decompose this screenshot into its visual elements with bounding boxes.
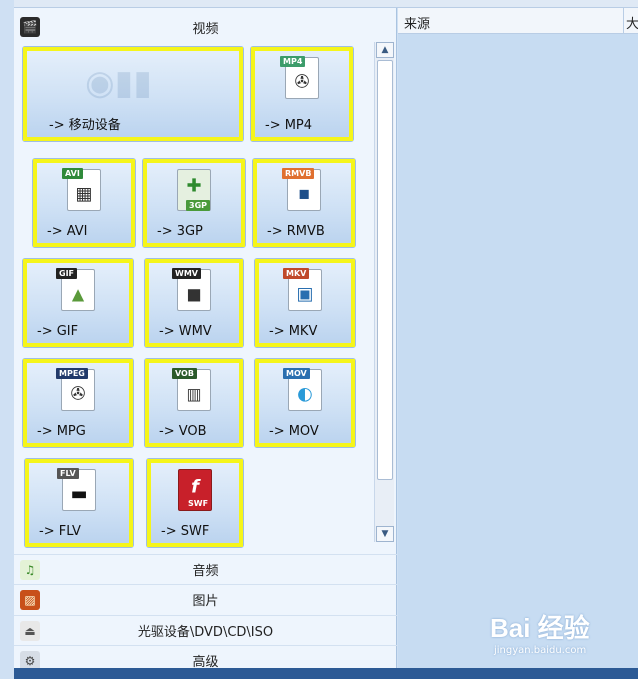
vertical-scrollbar[interactable]: ▲ ▼	[374, 42, 394, 542]
flv-label: -> FLV	[39, 524, 81, 539]
avi-file-icon: AVI ▦	[62, 168, 101, 211]
mobile-device-button[interactable]: ◉▮▮ -> 移动设备	[22, 46, 244, 142]
mov-button[interactable]: MOV ◐ -> MOV	[254, 358, 356, 448]
mobile-device-label: -> 移动设备	[49, 118, 121, 133]
category-rom-label: 光驱设备\DVD\CD\ISO	[137, 625, 274, 640]
avi-label: -> AVI	[47, 224, 88, 239]
vob-button[interactable]: VOB ▥ -> VOB	[144, 358, 244, 448]
3gp-label: -> 3GP	[157, 224, 203, 239]
play-film-icon: ✚	[186, 175, 202, 197]
video-format-grid: ◉▮▮ -> 移动设备 MP4 ✇ -> MP4 AVI ▦ -> AVI 3G…	[14, 42, 374, 548]
flv-button[interactable]: FLV ▬ -> FLV	[24, 458, 134, 548]
task-list-header: 来源 大	[398, 8, 638, 34]
rmvb-button[interactable]: RMVB ◼ -> RMVB	[252, 158, 356, 248]
gif-label: -> GIF	[37, 324, 79, 339]
mpg-file-icon: MPEG ✇	[56, 368, 95, 411]
wmv-file-icon: WMV ■	[172, 268, 211, 311]
film-icon: ▥	[186, 384, 202, 404]
mkv-label: -> MKV	[269, 324, 318, 339]
film-frame-icon: ▣	[296, 283, 314, 305]
rmvb-label: -> RMVB	[267, 224, 325, 239]
category-panel: 🎬 视频 ◉▮▮ -> 移动设备 MP4 ✇ -> MP4 AVI ▦ -> A…	[14, 8, 397, 671]
clapper-icon: 🎬	[20, 17, 40, 37]
quicktime-icon: ◐	[297, 383, 313, 405]
top-toolbar-strip	[14, 0, 638, 8]
column-size-header[interactable]: 大	[626, 8, 638, 34]
disc-drive-icon: ⏏	[20, 621, 40, 641]
category-video-label: 视频	[192, 21, 219, 37]
mov-file-icon: MOV ◐	[283, 368, 322, 411]
3gp-tag: 3GP	[186, 200, 210, 211]
mp4-file-icon: MP4 ✇	[280, 56, 319, 99]
rmvb-tag: RMVB	[282, 168, 315, 179]
camcorder-icon: ■	[186, 284, 202, 304]
column-source-header[interactable]: 来源	[398, 8, 624, 34]
mp4-button[interactable]: MP4 ✇ -> MP4	[250, 46, 354, 142]
wmv-label: -> WMV	[159, 324, 212, 339]
gif-file-icon: GIF ▲	[56, 268, 95, 311]
landscape-image-icon: ▲	[71, 284, 85, 304]
category-image[interactable]: ▨ 图片	[14, 584, 397, 614]
flash-icon: f	[191, 476, 199, 498]
category-video[interactable]: 🎬 视频	[14, 12, 397, 42]
vob-tag: VOB	[172, 368, 197, 379]
picture-icon: ▨	[20, 590, 40, 610]
watermark-url: jingyan.baidu.com	[494, 645, 587, 656]
wmv-button[interactable]: WMV ■ -> WMV	[144, 258, 244, 348]
mpg-label: -> MPG	[37, 424, 86, 439]
mobile-devices-icon: ◉▮▮	[85, 63, 153, 103]
flv-tag: FLV	[57, 468, 79, 479]
gif-tag: GIF	[56, 268, 78, 279]
clapperboard-icon: ▬	[70, 483, 88, 505]
avi-tag: AVI	[62, 168, 83, 179]
wmv-tag: WMV	[172, 268, 201, 279]
3gp-file-icon: 3GP ✚	[177, 169, 211, 211]
swf-label: -> SWF	[161, 524, 210, 539]
swf-button[interactable]: f SWF -> SWF	[146, 458, 244, 548]
music-note-icon: ♫	[20, 560, 40, 580]
flv-file-icon: FLV ▬	[57, 468, 96, 511]
mov-label: -> MOV	[269, 424, 319, 439]
task-list-panel: 来源 大 Bai 经验 jingyan.baidu.com	[398, 8, 638, 668]
reel-icon: ✇	[70, 383, 86, 405]
rmvb-file-icon: RMVB ◼	[282, 168, 321, 211]
watermark-logo: Bai 经验	[490, 613, 590, 643]
mov-tag: MOV	[283, 368, 310, 379]
3gp-button[interactable]: 3GP ✚ -> 3GP	[142, 158, 246, 248]
vob-file-icon: VOB ▥	[172, 368, 211, 411]
scroll-up-button[interactable]: ▲	[376, 42, 394, 58]
category-audio[interactable]: ♫ 音频	[14, 554, 397, 584]
category-audio-label: 音频	[192, 564, 219, 579]
category-image-label: 图片	[192, 594, 219, 609]
scroll-thumb[interactable]	[377, 60, 393, 480]
category-rom[interactable]: ⏏ 光驱设备\DVD\CD\ISO	[14, 615, 397, 645]
gif-button[interactable]: GIF ▲ -> GIF	[22, 258, 134, 348]
scroll-down-button[interactable]: ▼	[376, 526, 394, 542]
mkv-tag: MKV	[283, 268, 310, 279]
mpg-tag: MPEG	[56, 368, 88, 379]
film-reel-icon: ✇	[294, 71, 310, 93]
vob-label: -> VOB	[159, 424, 207, 439]
real-icon: ◼	[298, 186, 310, 202]
swf-file-icon: f SWF	[178, 469, 212, 511]
mp4-label: -> MP4	[265, 118, 313, 133]
watermark: Bai 经验 jingyan.baidu.com	[490, 608, 590, 656]
film-strip-icon: ▦	[75, 183, 93, 205]
swf-tag: SWF	[188, 499, 209, 508]
mpg-button[interactable]: MPEG ✇ -> MPG	[22, 358, 134, 448]
avi-button[interactable]: AVI ▦ -> AVI	[32, 158, 136, 248]
taskbar-strip	[14, 668, 638, 679]
mkv-file-icon: MKV ▣	[283, 268, 322, 311]
mp4-tag: MP4	[280, 56, 306, 67]
mkv-button[interactable]: MKV ▣ -> MKV	[254, 258, 356, 348]
